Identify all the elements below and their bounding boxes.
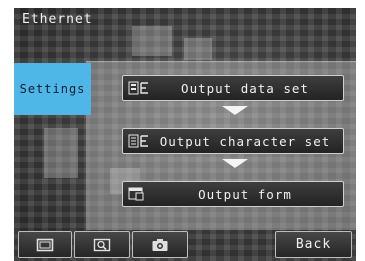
bottom-toolbar: Back <box>14 230 356 261</box>
title-bar: Ethernet <box>14 8 356 34</box>
flow-arrow-icon <box>222 106 248 115</box>
background-pattern <box>184 38 212 60</box>
device-screen: Ethernet Settings Output data set Output… <box>14 8 356 261</box>
output-form-label: Output form <box>198 187 292 202</box>
screen-frame-icon <box>36 238 54 251</box>
output-character-set-label: Output character set <box>159 134 331 149</box>
page-title: Ethernet <box>22 12 93 27</box>
background-pattern <box>44 128 78 178</box>
output-character-icon <box>128 134 148 148</box>
output-character-set-button[interactable]: Output character set <box>122 128 344 154</box>
screen-frame-button[interactable] <box>18 231 72 258</box>
output-data-set-button[interactable]: Output data set <box>122 75 344 101</box>
capture-button[interactable] <box>132 231 188 258</box>
zoom-button[interactable] <box>74 231 130 258</box>
output-data-set-label: Output data set <box>181 81 309 96</box>
flow-arrow-icon <box>222 159 248 168</box>
back-button[interactable]: Back <box>275 231 352 258</box>
zoom-icon <box>93 238 111 251</box>
output-form-icon <box>128 187 144 201</box>
tab-settings-label: Settings <box>19 82 86 96</box>
camera-icon <box>152 238 168 251</box>
tab-settings[interactable]: Settings <box>14 63 91 115</box>
output-data-icon <box>128 81 148 95</box>
output-form-button[interactable]: Output form <box>122 181 344 207</box>
back-button-label: Back <box>295 237 332 252</box>
